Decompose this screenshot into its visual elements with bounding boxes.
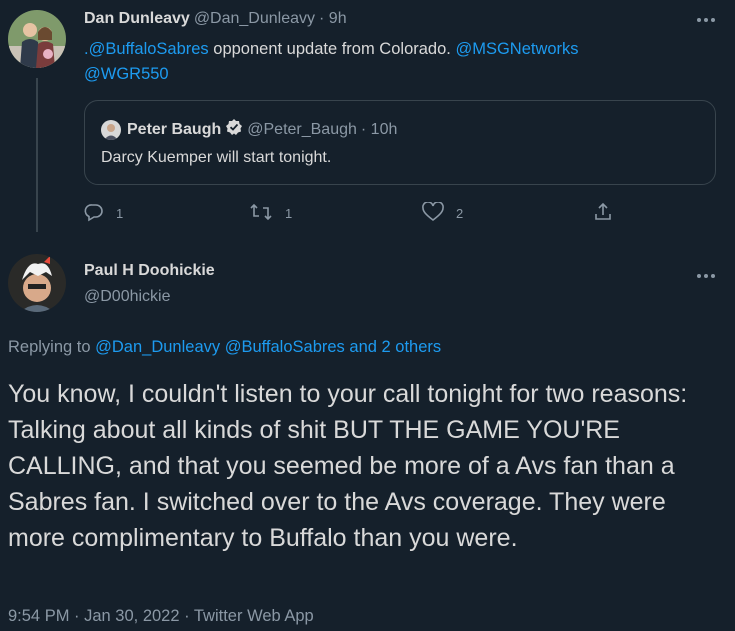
mention-wgr550[interactable]: @WGR550: [84, 65, 169, 83]
peter-baugh-avatar: [101, 119, 121, 140]
dan-dunleavy-avatar[interactable]: [8, 10, 66, 68]
tweet1-author-name[interactable]: Dan Dunleavy: [84, 10, 190, 28]
tweet2-more-icon[interactable]: [696, 268, 720, 284]
retweet-count: 1: [285, 206, 293, 221]
tweet2-author-handle[interactable]: @D00hickie: [84, 288, 171, 306]
thread-connector-line: [36, 78, 38, 232]
paul-doohickie-avatar[interactable]: [8, 254, 66, 312]
mention-buffalosabres[interactable]: .@BuffaloSabres: [84, 40, 209, 58]
replying-to-line: Replying to @Dan_Dunleavy @BuffaloSabres…: [8, 338, 441, 357]
reply-count: 1: [116, 206, 124, 221]
share-button[interactable]: [593, 202, 613, 225]
like-count: 2: [456, 206, 464, 221]
tweet1-text: .@BuffaloSabres opponent update from Col…: [84, 37, 684, 87]
quoted-tweet-card[interactable]: Peter Baugh @Peter_Baugh · 10h Darcy Kue…: [84, 100, 716, 185]
replying-to-mentions[interactable]: @Dan_Dunleavy @BuffaloSabres: [95, 338, 345, 356]
quoted-tweet-text: Darcy Kuemper will start tonight.: [101, 149, 332, 166]
quoted-author-name: Peter Baugh: [127, 120, 222, 138]
replying-to-label: Replying to: [8, 338, 96, 356]
tweet2-timestamp[interactable]: 9:54 PM · Jan 30, 2022 · Twitter Web App: [8, 607, 314, 626]
reply-button[interactable]: 1: [84, 202, 123, 225]
mention-msgnetworks[interactable]: @MSGNetworks: [455, 40, 578, 58]
tweet1-author-handle[interactable]: @Dan_Dunleavy: [194, 10, 315, 28]
share-icon: [593, 202, 613, 225]
quoted-author-handle: @Peter_Baugh: [247, 120, 357, 138]
reply-icon: [84, 202, 104, 225]
retweet-button[interactable]: 1: [249, 202, 292, 225]
like-icon: [422, 201, 444, 225]
quoted-tweet-header: Peter Baugh @Peter_Baugh · 10h: [101, 118, 397, 141]
verified-badge-icon: [225, 118, 243, 141]
tweet1-text-body: opponent update from Colorado.: [208, 40, 456, 58]
tweet2-text: You know, I couldn't listen to your call…: [8, 380, 688, 552]
tweet1-more-icon[interactable]: [696, 12, 720, 28]
retweet-icon: [249, 202, 273, 225]
replying-to-and[interactable]: and: [345, 338, 382, 356]
quoted-time: · 10h: [360, 120, 398, 138]
tweet2-author-name[interactable]: Paul H Doohickie: [84, 262, 215, 280]
tweet1-time[interactable]: · 9h: [319, 10, 347, 28]
replying-to-others[interactable]: 2 others: [382, 338, 442, 356]
like-button[interactable]: 2: [422, 201, 464, 225]
tweet1-header: Dan Dunleavy @Dan_Dunleavy · 9h: [84, 10, 347, 28]
